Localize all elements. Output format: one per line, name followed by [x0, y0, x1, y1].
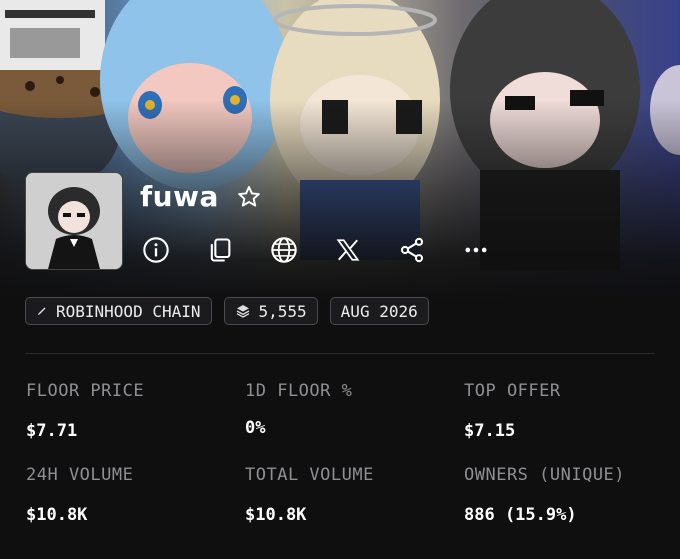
globe-icon[interactable]	[268, 234, 300, 266]
x-logo-icon[interactable]	[332, 234, 364, 266]
chain-label: ROBINHOOD CHAIN	[56, 301, 201, 321]
collection-avatar	[25, 172, 123, 270]
avatar-image	[26, 173, 122, 269]
copy-icon[interactable]	[204, 234, 236, 266]
supply-label: 5,555	[258, 301, 307, 321]
collection-name: fuwa	[140, 180, 219, 213]
total-volume-label: TOTAL VOLUME	[245, 465, 374, 485]
pencil-icon	[36, 305, 48, 317]
date-tag: AUG 2026	[329, 297, 429, 325]
supply-tag: 5,555	[223, 297, 318, 325]
more-icon[interactable]	[460, 234, 492, 266]
title-row: fuwa	[140, 180, 265, 213]
date-label: AUG 2026	[340, 301, 418, 321]
collection-tags: ROBINHOOD CHAIN 5,555 AUG 2026	[25, 297, 429, 325]
owners-label: OWNERS (UNIQUE)	[464, 465, 626, 485]
floor-price-value: $7.71	[26, 421, 78, 441]
top-offer-value: $7.15	[464, 421, 516, 441]
owners-value: 886 (15.9%)	[464, 505, 577, 525]
star-icon[interactable]	[233, 181, 265, 213]
floor-change-label: 1D FLOOR %	[245, 381, 353, 401]
floor-change-value: 0%	[245, 418, 266, 438]
chain-tag[interactable]: ROBINHOOD CHAIN	[25, 297, 212, 325]
layers-icon	[235, 303, 251, 319]
divider	[25, 353, 655, 354]
day-volume-value: $10.8K	[26, 505, 88, 525]
info-icon[interactable]	[140, 234, 172, 266]
day-volume-label: 24H VOLUME	[26, 465, 134, 485]
collection-actions	[140, 234, 492, 266]
top-offer-label: TOP OFFER	[464, 381, 561, 401]
floor-price-label: FLOOR PRICE	[26, 381, 145, 401]
share-icon[interactable]	[396, 234, 428, 266]
total-volume-value: $10.8K	[245, 505, 307, 525]
